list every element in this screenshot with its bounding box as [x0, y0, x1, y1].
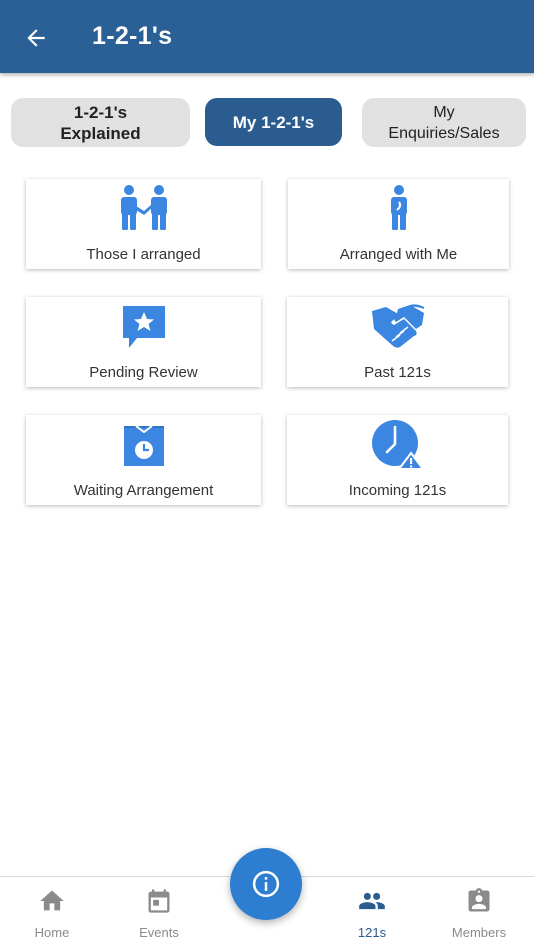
contact-card-icon: [468, 888, 490, 912]
nav-events-label: Events: [139, 925, 179, 940]
handshake-icon: [370, 301, 426, 353]
star-chat-icon: [121, 301, 167, 353]
people-icon: [359, 892, 385, 910]
tab-explained-line2: Explained: [60, 123, 141, 143]
home-icon: [40, 890, 64, 911]
card-label: Arranged with Me: [339, 246, 458, 263]
two-people-icon: [116, 183, 172, 235]
person-icon: [384, 183, 414, 235]
info-fab[interactable]: [230, 848, 302, 920]
card-label: Those I arranged: [86, 246, 201, 263]
info-icon: [252, 870, 280, 898]
tab-enquiries-sales[interactable]: My Enquiries/Sales: [362, 98, 526, 147]
card-waiting-arrangement[interactable]: Waiting Arrangement: [26, 415, 261, 505]
nav-members-label: Members: [451, 925, 507, 940]
card-label: Pending Review: [89, 364, 198, 381]
back-button[interactable]: [18, 20, 54, 56]
card-incoming-121s[interactable]: Incoming 121s: [287, 415, 508, 505]
card-pending-review[interactable]: Pending Review: [26, 297, 261, 387]
tab-enquiries-line1: My: [433, 103, 455, 121]
card-those-i-arranged[interactable]: Those I arranged: [26, 179, 261, 269]
card-arranged-with-me[interactable]: Arranged with Me: [288, 179, 509, 269]
tab-my-121s[interactable]: My 1-2-1's: [205, 98, 342, 146]
calendar-icon: [148, 889, 170, 913]
card-past-121s[interactable]: Past 121s: [287, 297, 508, 387]
card-label: Waiting Arrangement: [73, 482, 214, 499]
calendar-clock-icon: [122, 419, 166, 471]
page-title: 1-2-1's: [92, 22, 173, 50]
tab-explained[interactable]: 1-2-1's Explained: [11, 98, 190, 147]
nav-121s-label: 121s: [357, 925, 387, 940]
card-label: Incoming 121s: [348, 482, 447, 499]
tab-explained-line1: 1-2-1's: [73, 102, 128, 122]
nav-members[interactable]: Members: [439, 887, 519, 940]
app-bar: 1-2-1's: [0, 0, 534, 73]
nav-home[interactable]: Home: [12, 887, 92, 940]
nav-home-label: Home: [34, 925, 70, 940]
tab-my-121s-label: My 1-2-1's: [232, 112, 315, 132]
card-label: Past 121s: [364, 364, 431, 381]
clock-alert-icon: [371, 419, 425, 471]
tab-enquiries-line2: Enquiries/Sales: [388, 124, 500, 142]
nav-121s[interactable]: 121s: [332, 887, 412, 940]
segment-tabs: 1-2-1's Explained My 1-2-1's My Enquirie…: [0, 98, 534, 148]
nav-events[interactable]: Events: [119, 887, 199, 940]
arrow-left-icon: [27, 29, 45, 47]
